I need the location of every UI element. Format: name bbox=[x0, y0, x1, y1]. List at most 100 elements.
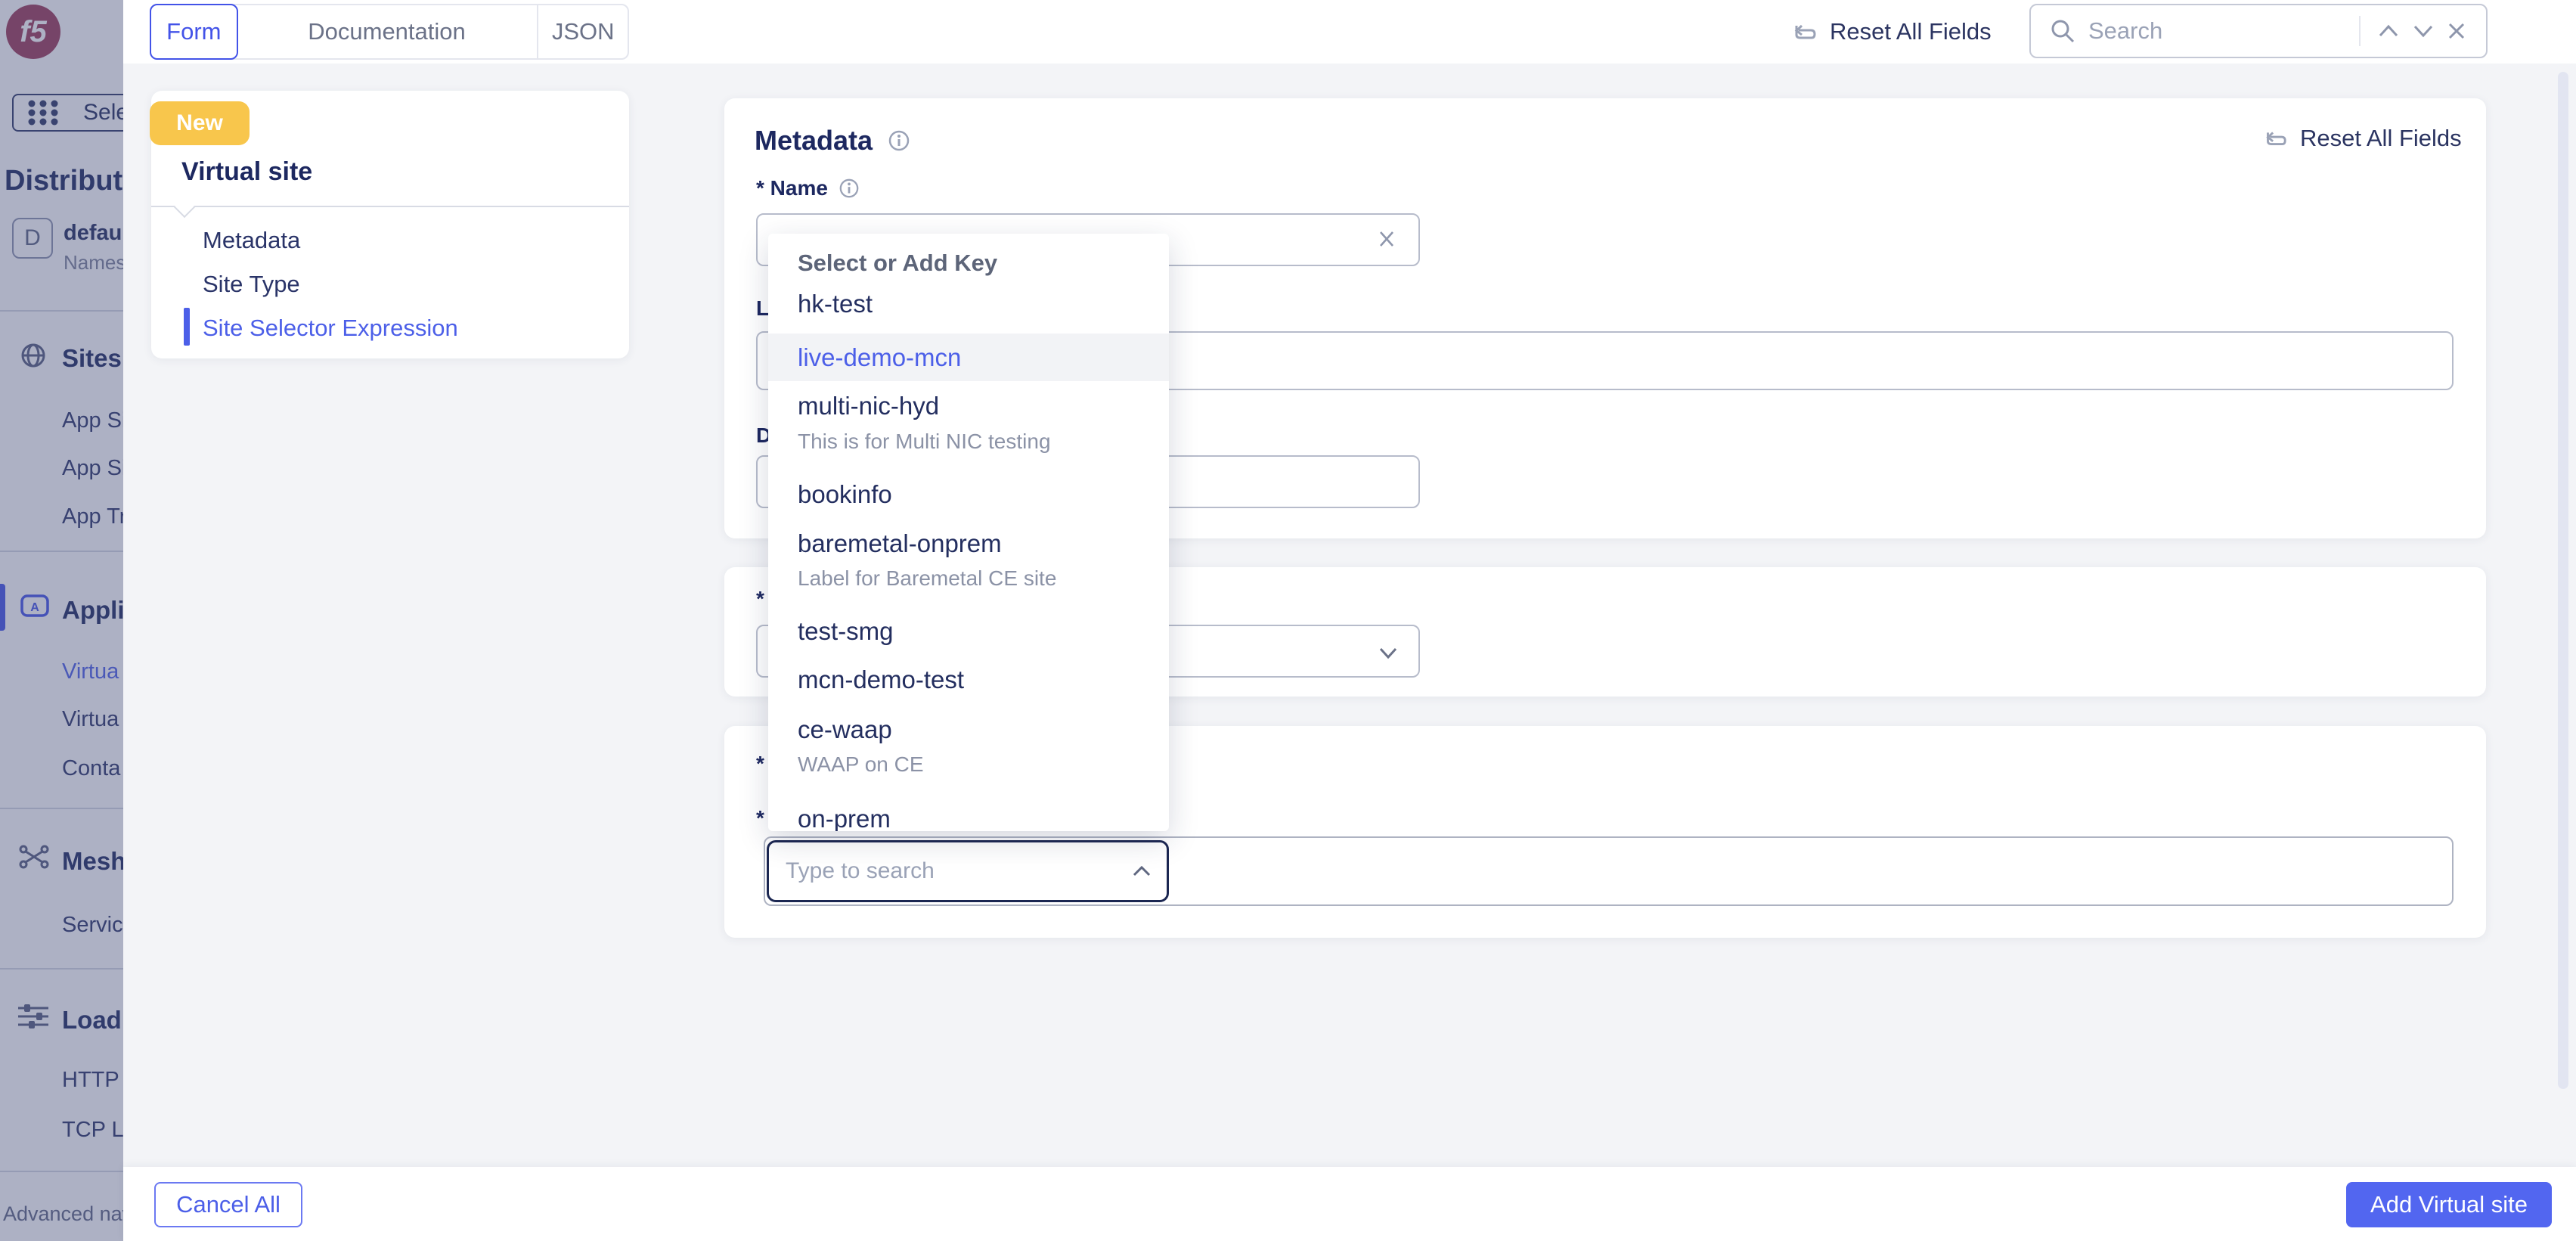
dropdown-option-test-smg[interactable]: test-smg bbox=[768, 617, 1169, 658]
dropdown-option-label: ce-waap bbox=[798, 715, 892, 744]
dropdown-option-multi-nic-hyd[interactable]: multi-nic-hyd This is for Multi NIC test… bbox=[768, 392, 1169, 467]
sidebar-section-sites[interactable]: Sites bbox=[62, 344, 122, 373]
tab-documentation[interactable]: Documentation bbox=[237, 5, 538, 58]
sidebar-item-app-sites-2[interactable]: App Si bbox=[62, 456, 123, 481]
add-virtual-site-button[interactable]: Add Virtual site bbox=[2346, 1182, 2552, 1227]
sidebar-item-virtual-sites[interactable]: Virtua bbox=[62, 659, 119, 684]
selector-field-label-2: * bbox=[756, 806, 764, 830]
app-grid-icon bbox=[27, 99, 70, 126]
mesh-icon bbox=[18, 841, 50, 873]
sidebar-section-load-balancers[interactable]: Load bbox=[62, 1006, 122, 1035]
f5-logo[interactable]: f5 bbox=[6, 5, 60, 59]
sidebar-item-virtual-hosts[interactable]: Virtua bbox=[62, 707, 119, 732]
footer-bar: Cancel All Add Virtual site bbox=[123, 1167, 2576, 1241]
collapse-notch-icon[interactable] bbox=[174, 197, 195, 218]
sidebar-item-containers[interactable]: Conta bbox=[62, 756, 120, 781]
reset-all-fields-top-button[interactable]: Reset All Fields bbox=[1789, 0, 1992, 64]
sidebar-section-mesh[interactable]: Mesh bbox=[62, 847, 123, 876]
chevron-up-icon[interactable] bbox=[1132, 864, 1152, 878]
dropdown-option-label: test-smg bbox=[798, 617, 894, 646]
tab-form[interactable]: Form bbox=[150, 4, 238, 60]
selector-label-1-text: * bbox=[756, 752, 764, 776]
dropdown-option-desc: Label for Baremetal CE site bbox=[798, 566, 1056, 591]
app-sidebar: f5 Select Distribut D defaul Namesp Site… bbox=[0, 0, 123, 1241]
key-select-dropdown: Select or Add Key hk-test live-demo-mcn … bbox=[768, 234, 1169, 831]
sidebar-divider bbox=[0, 968, 123, 970]
sidebar-divider bbox=[0, 808, 123, 809]
dropdown-option-label: multi-nic-hyd bbox=[798, 392, 939, 420]
undo-icon bbox=[2261, 125, 2288, 152]
search-divider bbox=[2359, 16, 2361, 46]
sidebar-item-http-lb[interactable]: HTTP bbox=[62, 1068, 119, 1093]
view-tabs: Form Documentation JSON bbox=[150, 4, 629, 60]
panel-nav-site-type[interactable]: Site Type bbox=[203, 271, 300, 298]
dropdown-option-bookinfo[interactable]: bookinfo bbox=[768, 480, 1169, 521]
metadata-section-title: Metadata bbox=[755, 125, 910, 157]
reset-all-fields-top-label: Reset All Fields bbox=[1830, 18, 1992, 45]
reset-all-fields-card-button[interactable]: Reset All Fields bbox=[2261, 125, 2462, 152]
vertical-scrollbar[interactable] bbox=[2558, 72, 2568, 1089]
tab-json[interactable]: JSON bbox=[537, 5, 628, 58]
svg-text:A: A bbox=[30, 601, 39, 614]
search-icon bbox=[2049, 17, 2076, 45]
search-prev-icon[interactable] bbox=[2371, 23, 2406, 39]
sidebar-section-applications[interactable]: Appli bbox=[62, 596, 123, 625]
namespace-subtitle: Namesp bbox=[64, 251, 123, 275]
dropdown-option-on-prem[interactable]: on-prem bbox=[768, 805, 1169, 831]
search-next-icon[interactable] bbox=[2406, 23, 2441, 39]
dropdown-option-baremetal-onprem[interactable]: baremetal-onprem Label for Baremetal CE … bbox=[768, 529, 1169, 605]
search-close-icon[interactable] bbox=[2441, 21, 2472, 41]
panel-nav-site-selector-expression[interactable]: Site Selector Expression bbox=[203, 315, 458, 342]
load-balancers-icon bbox=[17, 1000, 50, 1033]
search-box bbox=[2029, 4, 2488, 58]
globe-icon bbox=[20, 342, 47, 369]
product-title: Distribut bbox=[5, 165, 122, 197]
sidebar-divider bbox=[0, 1171, 123, 1172]
namespace-select-button[interactable]: Select bbox=[12, 94, 123, 132]
selector-field-label-1: * bbox=[756, 752, 764, 776]
applications-icon: A bbox=[20, 591, 50, 622]
dropdown-option-hk-test[interactable]: hk-test bbox=[768, 290, 1169, 330]
reset-all-fields-card-label: Reset All Fields bbox=[2300, 125, 2462, 152]
sidebar-active-section-bar bbox=[0, 584, 5, 631]
site-type-field-label: * bbox=[756, 587, 764, 611]
clear-name-icon[interactable] bbox=[1376, 228, 1397, 250]
selector-label-2-text: * bbox=[756, 806, 764, 830]
dropdown-option-label: on-prem bbox=[798, 805, 891, 831]
dropdown-header: Select or Add Key bbox=[798, 250, 997, 277]
dropdown-option-label: hk-test bbox=[798, 290, 873, 318]
namespace-avatar[interactable]: D bbox=[12, 218, 53, 259]
panel-nav-active-bar bbox=[184, 308, 190, 346]
dropdown-option-label: bookinfo bbox=[798, 480, 892, 509]
selector-search-input[interactable] bbox=[786, 858, 1132, 884]
panel-nav-metadata[interactable]: Metadata bbox=[203, 227, 300, 254]
sidebar-divider bbox=[0, 551, 123, 552]
search-input[interactable] bbox=[2088, 17, 2348, 45]
sidebar-divider bbox=[0, 310, 123, 312]
cancel-all-button[interactable]: Cancel All bbox=[154, 1182, 302, 1227]
dropdown-option-label: baremetal-onprem bbox=[798, 529, 1002, 558]
chevron-down-icon bbox=[1378, 646, 1399, 661]
selector-combobox[interactable] bbox=[767, 840, 1169, 902]
sidebar-item-service-mesh[interactable]: Servic bbox=[62, 913, 123, 938]
info-icon[interactable] bbox=[839, 178, 860, 199]
sidebar-item-app-traffic[interactable]: App Tr bbox=[62, 504, 123, 529]
namespace-name: defaul bbox=[64, 221, 123, 246]
dropdown-option-desc: WAAP on CE bbox=[798, 752, 924, 777]
advanced-nav-toggle[interactable]: Advanced nav bbox=[3, 1202, 123, 1226]
metadata-title-text: Metadata bbox=[755, 125, 873, 157]
dropdown-option-live-demo-mcn[interactable]: live-demo-mcn bbox=[768, 343, 1169, 384]
info-icon[interactable] bbox=[888, 129, 910, 152]
sidebar-item-app-sites-1[interactable]: App Si bbox=[62, 408, 123, 433]
dropdown-option-desc: This is for Multi NIC testing bbox=[798, 430, 1051, 454]
undo-icon bbox=[1789, 17, 1818, 46]
namespace-select-label: Select bbox=[83, 100, 123, 126]
dropdown-option-mcn-demo-test[interactable]: mcn-demo-test bbox=[768, 665, 1169, 706]
dropdown-option-ce-waap[interactable]: ce-waap WAAP on CE bbox=[768, 715, 1169, 791]
dropdown-option-label: mcn-demo-test bbox=[798, 665, 964, 694]
name-label-text: * Name bbox=[756, 176, 828, 200]
nav-card-divider bbox=[151, 206, 629, 207]
app-root: Form Documentation JSON Reset All Fields bbox=[0, 0, 2576, 1241]
sidebar-item-tcp-lb[interactable]: TCP L bbox=[62, 1118, 123, 1143]
top-header: Form Documentation JSON Reset All Fields bbox=[0, 0, 2576, 64]
